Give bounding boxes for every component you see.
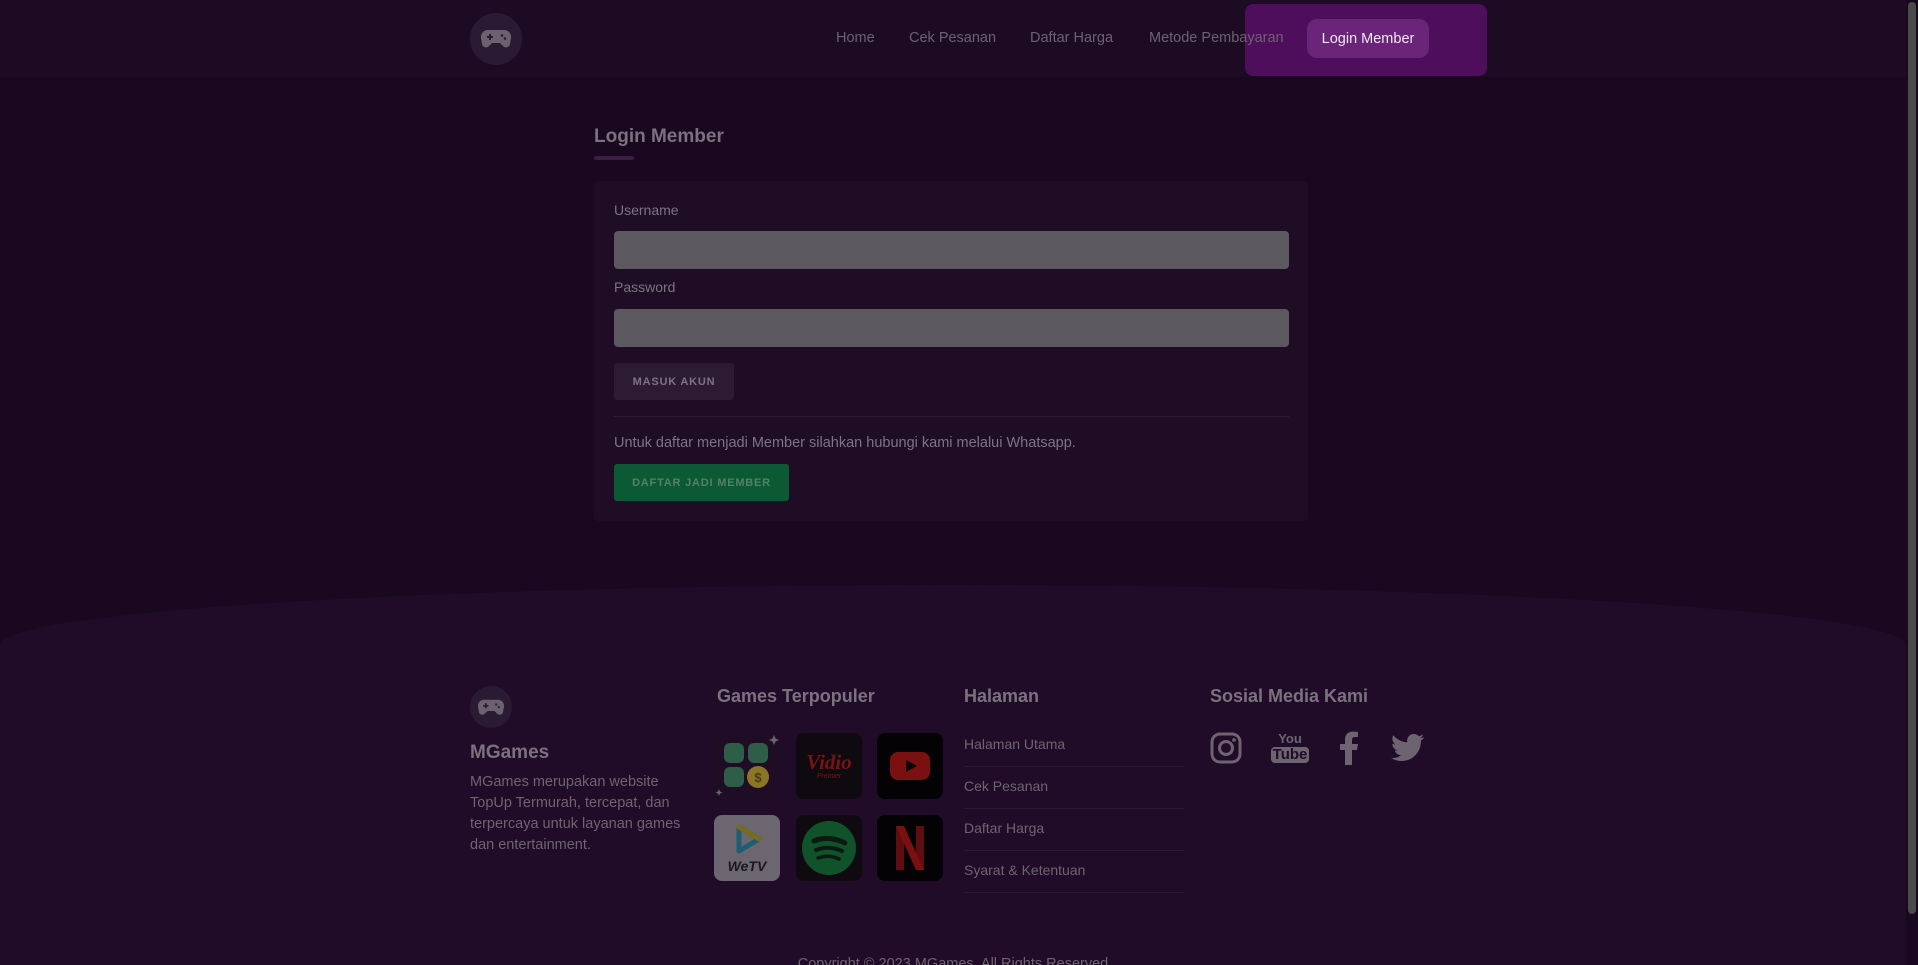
nav-metode-pembayaran[interactable]: Metode Pembayaran [1149, 30, 1284, 46]
register-member-button[interactable]: DAFTAR JADI MEMBER [614, 464, 789, 501]
gamepad-icon [477, 699, 505, 715]
footer-link-daftar-harga[interactable]: Daftar Harga [964, 820, 1044, 836]
footer-link-halaman-utama[interactable]: Halaman Utama [964, 736, 1065, 752]
footer-brand: MGames [470, 742, 550, 763]
password-label: Password [614, 279, 676, 295]
twitter-icon [1391, 734, 1425, 761]
nav-login-member[interactable]: Login Member [1307, 19, 1429, 58]
game-tile-youtube[interactable] [877, 733, 943, 799]
youtube-icon: You Tube [1270, 731, 1310, 763]
game-tile-netflix[interactable] [877, 815, 943, 881]
instagram-icon [1210, 732, 1242, 764]
nav-cek-pesanan[interactable]: Cek Pesanan [909, 30, 996, 46]
nav-home[interactable]: Home [836, 30, 875, 46]
social-instagram[interactable] [1206, 728, 1246, 768]
gamepad-icon [480, 29, 512, 48]
footer-link-divider [964, 850, 1184, 851]
logo[interactable] [470, 13, 522, 65]
page-title: Login Member [594, 126, 724, 147]
scrollbar-thumb[interactable] [1908, 2, 1916, 914]
wetv-icon: WeTV [727, 824, 767, 874]
social-youtube[interactable]: You Tube [1270, 728, 1310, 768]
vidio-sub-text: Premier [816, 773, 842, 780]
svg-text:$: $ [754, 770, 762, 785]
game-tile-vidio[interactable]: Vidio Premier [796, 733, 862, 799]
vidio-logo-text: Vidio [806, 750, 852, 774]
password-input[interactable] [614, 309, 1289, 347]
login-submit-button[interactable]: MASUK AKUN [614, 363, 734, 400]
footer-description: MGames merupakan website TopUp Termurah,… [470, 774, 681, 853]
game-tile-app-coins[interactable]: $ [714, 733, 780, 799]
game-tile-wetv[interactable]: WeTV [714, 815, 780, 881]
youtube-logo-top: You [1278, 731, 1302, 747]
vidio-premier-icon: Vidio Premier [806, 750, 852, 781]
facebook-icon [1340, 731, 1358, 765]
social-heading: Sosial Media Kami [1210, 686, 1369, 706]
footer-link-cek-pesanan[interactable]: Cek Pesanan [964, 778, 1048, 794]
scrollbar[interactable] [1906, 0, 1918, 965]
divider [614, 416, 1289, 417]
register-info-text: Untuk daftar menjadi Member silahkan hub… [614, 435, 1076, 451]
copyright: Copyright © 2023 MGames. All Rights Rese… [797, 956, 1109, 965]
footer-link-syarat-ketentuan[interactable]: Syarat & Ketentuan [964, 862, 1085, 878]
footer-link-divider [964, 808, 1184, 809]
social-facebook[interactable] [1329, 728, 1369, 768]
wetv-logo-text: WeTV [727, 857, 767, 874]
spotify-icon [802, 821, 856, 875]
wetv-play-icon [736, 824, 762, 853]
username-label: Username [614, 202, 679, 218]
social-twitter[interactable] [1388, 728, 1428, 768]
netflix-icon [896, 826, 924, 870]
nav-daftar-harga[interactable]: Daftar Harga [1030, 30, 1113, 46]
app-coins-icon: $ [715, 735, 779, 796]
footer-link-divider [964, 892, 1184, 893]
pages-heading: Halaman [964, 686, 1040, 706]
site-footer [0, 585, 1906, 965]
youtube-icon [890, 752, 930, 780]
footer-link-divider [964, 766, 1184, 767]
game-tile-spotify[interactable] [796, 815, 862, 881]
title-underline [594, 156, 634, 160]
games-heading: Games Terpopuler [717, 686, 875, 706]
username-input[interactable] [614, 231, 1289, 269]
youtube-logo-bottom: Tube [1270, 745, 1310, 763]
footer-logo[interactable] [470, 686, 512, 728]
